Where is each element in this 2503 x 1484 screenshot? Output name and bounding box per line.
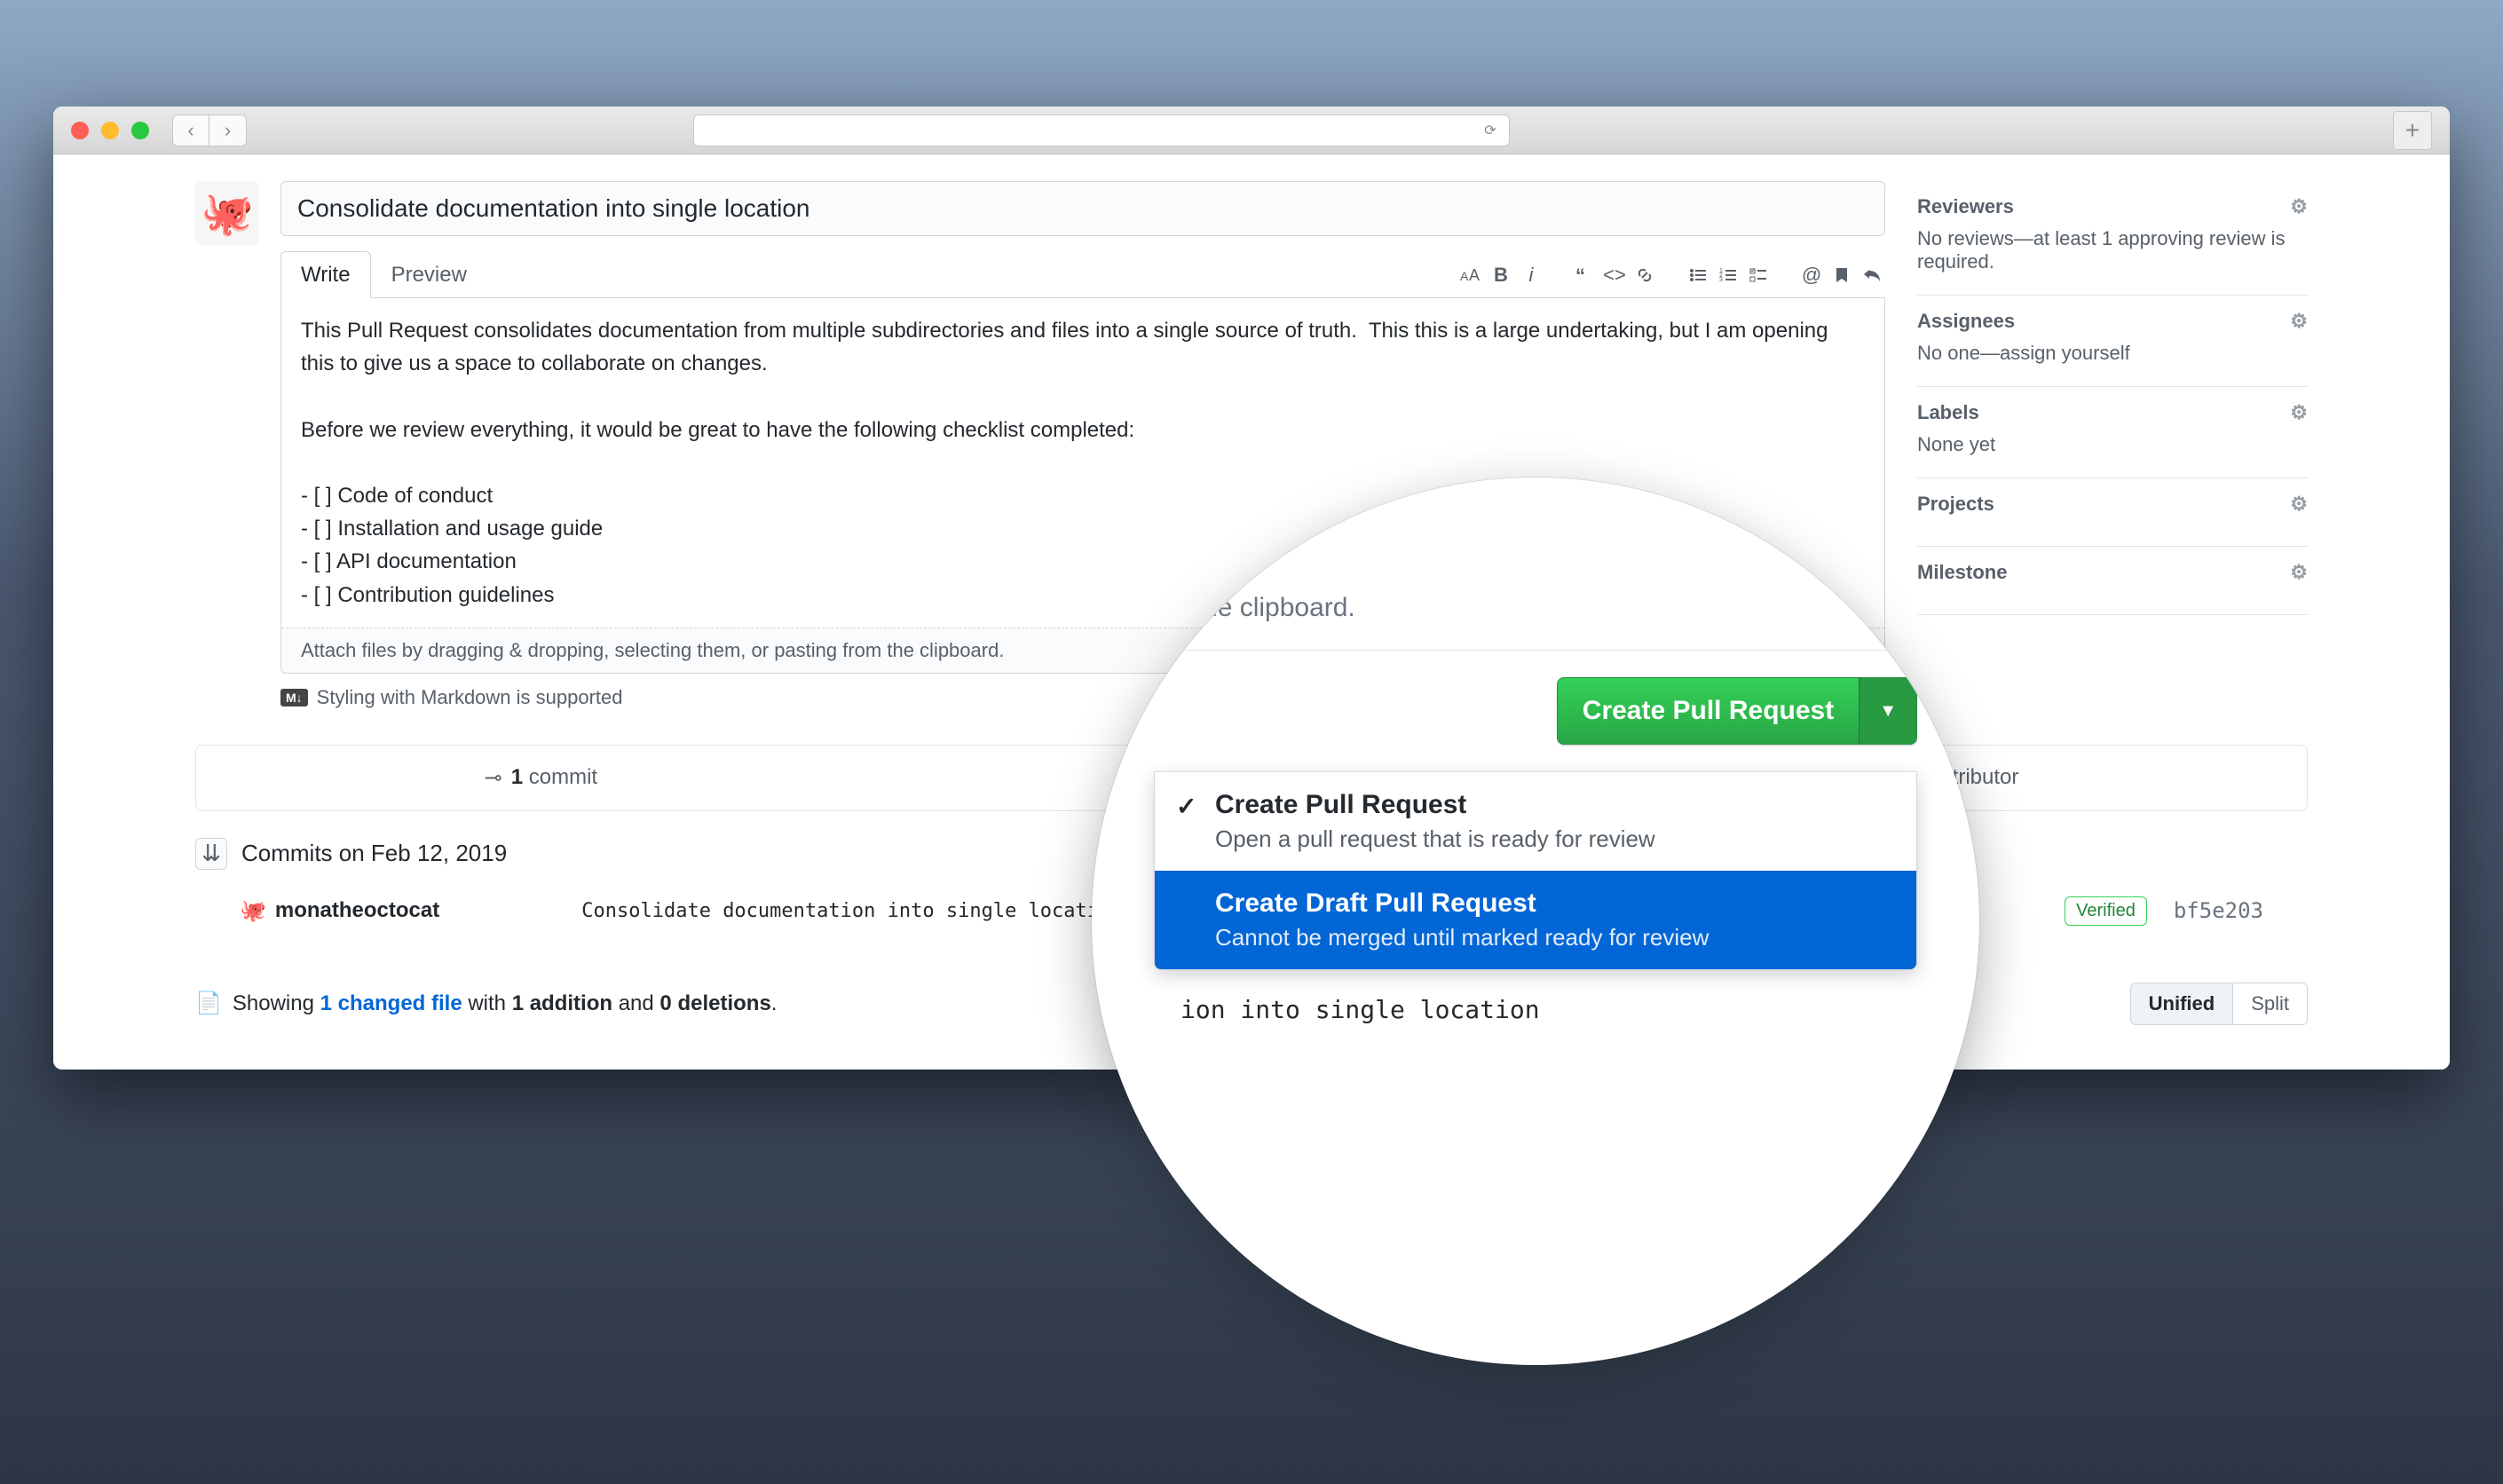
pr-title-input[interactable]	[280, 181, 1885, 236]
verified-badge[interactable]: Verified	[2065, 896, 2147, 926]
zoom-magnifier: . the clipboard. Create Pull Request ▼ ✓…	[1092, 478, 1979, 1365]
quote-icon[interactable]: “	[1571, 262, 1598, 288]
new-tab-button[interactable]: +	[2393, 111, 2432, 150]
tab-preview[interactable]: Preview	[371, 251, 487, 298]
sidebar-assignees: Assignees ⚙ No one—assign yourself	[1917, 296, 2308, 387]
file-diff-icon: 📄	[195, 991, 222, 1016]
gear-icon[interactable]: ⚙	[2290, 401, 2308, 424]
reviewers-title: Reviewers	[1917, 195, 2014, 218]
check-icon: ✓	[1176, 792, 1196, 821]
author-avatar: 🐙	[195, 181, 259, 245]
heading-icon[interactable]: AA	[1457, 262, 1484, 288]
markdown-toolbar: AA B i “ <> 123	[1436, 262, 1885, 297]
zoom-clipboard-fragment: . the clipboard.	[1154, 593, 1917, 651]
changed-files-link[interactable]: 1 changed file	[320, 991, 462, 1015]
bold-icon[interactable]: B	[1488, 262, 1514, 288]
sidebar-labels: Labels ⚙ None yet	[1917, 387, 2308, 478]
sidebar-projects: Projects ⚙	[1917, 478, 2308, 547]
tab-write[interactable]: Write	[280, 251, 371, 298]
editor-tabs: Write Preview AA B i “ <>	[280, 250, 1885, 298]
dropdown-option-create-draft-pr[interactable]: Create Draft Pull Request Cannot be merg…	[1155, 871, 1916, 969]
assignees-body: No one—	[1917, 342, 2000, 364]
reply-icon[interactable]	[1859, 262, 1885, 288]
svg-text:A: A	[1460, 269, 1469, 283]
commit-sha[interactable]: bf5e203	[2174, 898, 2263, 923]
gear-icon[interactable]: ⚙	[2290, 493, 2308, 516]
pr-sidebar: Reviewers ⚙ No reviews—at least 1 approv…	[1917, 181, 2308, 709]
markdown-badge-icon: M↓	[280, 689, 308, 706]
close-window-button[interactable]	[71, 122, 89, 139]
projects-title: Projects	[1917, 493, 1994, 516]
back-button[interactable]: ‹	[172, 114, 209, 146]
create-pr-button[interactable]: Create Pull Request	[1558, 678, 1859, 744]
unordered-list-icon[interactable]	[1685, 262, 1711, 288]
diff-view-toggle: Unified Split	[2130, 983, 2308, 1025]
sidebar-reviewers: Reviewers ⚙ No reviews—at least 1 approv…	[1917, 181, 2308, 296]
stat-commits[interactable]: ⊸ 1 commit	[485, 765, 597, 791]
dropdown-option-create-pr[interactable]: ✓ Create Pull Request Open a pull reques…	[1155, 772, 1916, 871]
markdown-hint-label: Styling with Markdown is supported	[317, 686, 623, 709]
commit-message[interactable]: Consolidate documentation into single lo…	[581, 900, 1122, 922]
forward-button[interactable]: ›	[209, 114, 247, 146]
diff-split-button[interactable]: Split	[2232, 983, 2307, 1024]
create-pr-dropdown-caret[interactable]: ▼	[1859, 678, 1916, 744]
create-pr-dropdown: ✓ Create Pull Request Open a pull reques…	[1154, 772, 1917, 970]
assignees-title: Assignees	[1917, 310, 2015, 333]
commit-author[interactable]: 🐙 monatheoctocat	[240, 898, 439, 924]
labels-title: Labels	[1917, 401, 1979, 424]
svg-text:“: “	[1575, 266, 1585, 284]
mention-icon[interactable]: @	[1798, 262, 1825, 288]
maximize-window-button[interactable]	[131, 122, 149, 139]
commits-date-header: Commits on Feb 12, 2019	[241, 840, 507, 867]
create-pr-split-button: Create Pull Request ▼	[1557, 677, 1917, 745]
nav-buttons: ‹ ›	[172, 114, 247, 146]
milestone-title: Milestone	[1917, 561, 2007, 584]
gear-icon[interactable]: ⚙	[2290, 195, 2308, 218]
italic-icon[interactable]: i	[1518, 262, 1544, 288]
commit-icon: ⊸	[485, 765, 502, 791]
saved-replies-icon[interactable]	[1828, 262, 1855, 288]
svg-text:3: 3	[1719, 277, 1723, 283]
address-bar[interactable]: ⟳	[693, 114, 1510, 146]
ordered-list-icon[interactable]: 123	[1715, 262, 1741, 288]
reload-icon[interactable]: ⟳	[1484, 122, 1496, 139]
task-list-icon[interactable]	[1745, 262, 1772, 288]
window-controls	[71, 122, 149, 139]
assign-yourself-link[interactable]: assign yourself	[2000, 342, 2130, 364]
diff-unified-button[interactable]: Unified	[2131, 983, 2233, 1024]
zoom-commit-fragment: ion into single location	[1154, 970, 1917, 1024]
code-icon[interactable]: <>	[1601, 262, 1628, 288]
title-bar: ‹ › ⟳ +	[53, 107, 2450, 154]
svg-text:A: A	[1469, 266, 1480, 284]
link-icon[interactable]	[1631, 262, 1658, 288]
author-avatar-small: 🐙	[240, 898, 266, 924]
gear-icon[interactable]: ⚙	[2290, 561, 2308, 584]
sidebar-milestone: Milestone ⚙	[1917, 547, 2308, 615]
gear-icon[interactable]: ⚙	[2290, 310, 2308, 333]
reviewers-body: No reviews—at least 1 approving review i…	[1917, 227, 2308, 273]
commits-icon: ⇊	[195, 838, 227, 870]
labels-body: None yet	[1917, 433, 2308, 456]
minimize-window-button[interactable]	[101, 122, 119, 139]
